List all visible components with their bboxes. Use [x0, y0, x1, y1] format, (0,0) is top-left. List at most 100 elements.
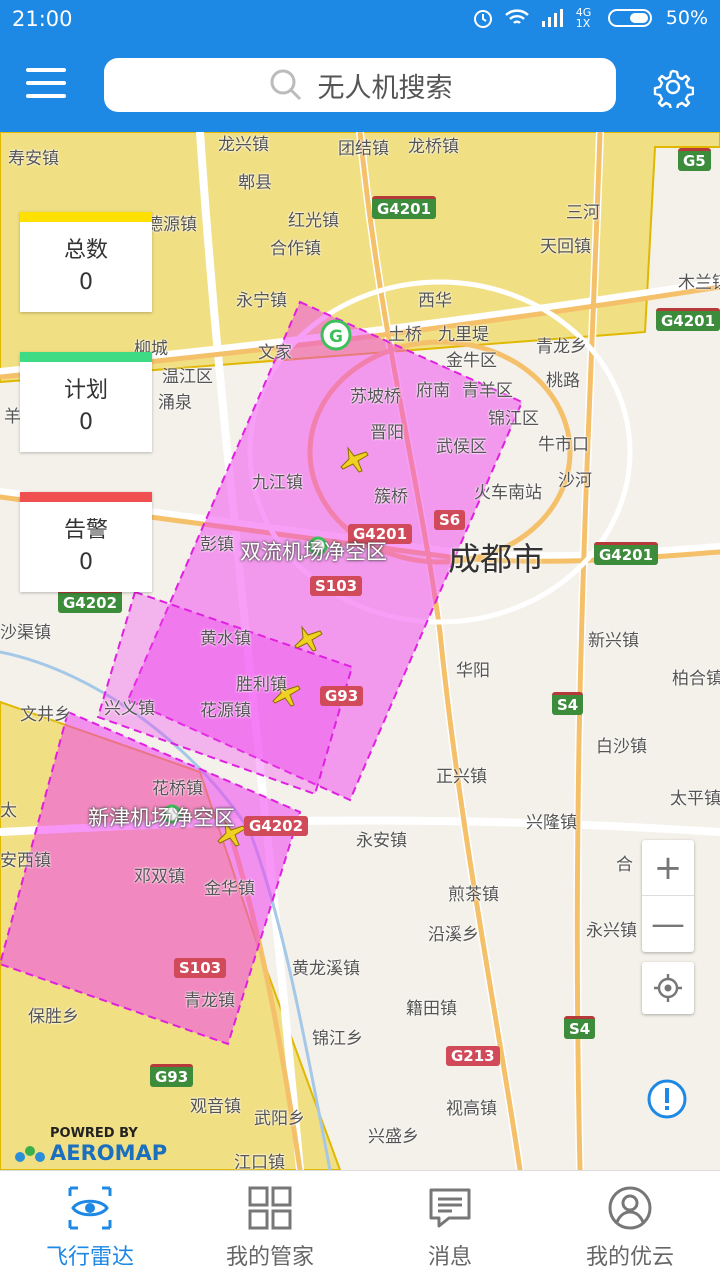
map-place: 涌泉: [158, 393, 192, 413]
map-place: 桃路: [546, 371, 580, 391]
stat-value: 0: [79, 550, 93, 575]
map-place: 青龙乡: [536, 337, 587, 357]
road-sign: G4201: [656, 308, 720, 331]
battery-icon: [607, 9, 652, 27]
map-place: 永安镇: [356, 831, 407, 851]
no-fly-zone-label[interactable]: 新津机场净空区: [88, 802, 235, 832]
map-place: 胜利镇: [236, 675, 287, 695]
stat-card-total[interactable]: 总数 0: [20, 212, 152, 312]
map-place: 三河: [566, 203, 600, 223]
tab-label: 消息: [427, 1245, 472, 1270]
attribution-top: POWRED BY: [50, 1126, 138, 1141]
map-place: 太平镇: [670, 789, 720, 809]
zoom-out-button[interactable]: —: [642, 896, 694, 952]
map-place: 沙河: [558, 471, 592, 491]
stat-color-bar: [20, 212, 152, 222]
road-sign: G213: [446, 1046, 500, 1066]
tab-my-profile[interactable]: 我的优云: [540, 1171, 720, 1280]
map-place: 白沙镇: [596, 737, 647, 757]
zoom-control: + —: [642, 840, 694, 952]
search-placeholder: 无人机搜索: [317, 72, 453, 104]
search-bar[interactable]: 无人机搜索: [104, 58, 616, 112]
map-place: 温江区: [162, 367, 213, 387]
map-place: 青龙镇: [184, 991, 235, 1011]
map-place: 府南: [416, 381, 450, 401]
road-sign: G4202: [58, 590, 123, 613]
map-place: 柏合镇: [672, 669, 720, 689]
map-attribution: POWRED BY AEROMAP: [14, 1126, 167, 1165]
stat-card-plan[interactable]: 计划 0: [20, 352, 152, 452]
map-place: 合作镇: [270, 239, 321, 259]
stat-label: 计划: [63, 378, 108, 403]
map-place: 西华: [418, 291, 452, 311]
stat-value: 0: [79, 270, 93, 295]
stat-card-alert[interactable]: 告警 0: [20, 492, 152, 592]
status-bar: 21:00 4G 1X 50%: [0, 0, 720, 40]
map-place: 九里堤: [438, 325, 489, 345]
map-place: 永兴镇: [586, 921, 637, 941]
map-place: 锦江乡: [312, 1029, 363, 1049]
zoom-in-button[interactable]: +: [642, 840, 694, 896]
map-place: 邓双镇: [134, 867, 185, 887]
alert-icon[interactable]: [646, 1078, 688, 1120]
map-place: 兴隆镇: [526, 813, 577, 833]
tab-messages[interactable]: 消息: [360, 1171, 540, 1280]
map-place: 保胜乡: [28, 1007, 79, 1027]
menu-button[interactable]: [26, 68, 66, 102]
map-place: 郫县: [238, 173, 272, 193]
status-time: 21:00: [12, 7, 73, 31]
road-sign: S6: [434, 510, 466, 530]
map-place: 簇桥: [374, 487, 408, 507]
city-label: 成都市: [448, 540, 545, 578]
map-place: 江口镇: [234, 1153, 285, 1170]
map-place: 兴义镇: [104, 699, 155, 719]
locate-button[interactable]: [642, 962, 694, 1014]
map-place: 武阳乡: [254, 1109, 305, 1129]
user-icon: [608, 1186, 652, 1230]
map-place: 木兰镇: [678, 273, 720, 293]
no-fly-zone-label[interactable]: 双流机场净空区: [240, 536, 387, 566]
map-place: 德源镇: [146, 215, 197, 235]
tab-label: 我的优云: [585, 1245, 674, 1270]
flight-radar-map[interactable]: G 寿安镇 龙兴镇 团结镇 龙桥镇 郫县 红光镇 德源镇 合作镇 三河 天回镇 …: [0, 132, 720, 1170]
svg-text:G: G: [329, 327, 343, 347]
aeromap-logo-icon: [15, 1146, 45, 1162]
road-sign: S103: [174, 958, 227, 978]
map-place: 青羊区: [462, 381, 513, 401]
road-sign: G5: [678, 148, 711, 171]
wifi-icon: [504, 9, 529, 24]
map-place: 花源镇: [200, 701, 251, 721]
stat-color-bar: [20, 492, 152, 502]
bottom-nav: 飞行雷达 我的管家 消息 我的优云: [0, 1170, 720, 1280]
gear-icon[interactable]: [652, 66, 694, 108]
map-place: 兴盛乡: [368, 1127, 419, 1147]
map-place: 龙兴镇: [218, 135, 269, 155]
crosshair-icon: [654, 974, 682, 1002]
map-place: 合: [616, 855, 633, 875]
map-place: 新兴镇: [588, 631, 639, 651]
tab-flight-radar[interactable]: 飞行雷达: [0, 1171, 180, 1280]
signal-icon: [541, 9, 563, 27]
top-app-bar: 无人机搜索: [0, 40, 720, 132]
road-sign: G93: [320, 686, 364, 706]
map-place: 黄水镇: [200, 629, 251, 649]
tab-my-manager[interactable]: 我的管家: [180, 1171, 360, 1280]
map-place: 视高镇: [446, 1099, 497, 1119]
map-place: 籍田镇: [406, 999, 457, 1019]
battery-percent: 50%: [665, 7, 708, 29]
eye-icon: [68, 1186, 112, 1230]
map-place: 文井乡: [20, 705, 71, 725]
map-place: 煎茶镇: [448, 885, 499, 905]
map-place: 彭镇: [200, 535, 234, 555]
attribution-brand: AEROMAP: [50, 1141, 168, 1165]
map-place: 文家: [258, 343, 292, 363]
map-place: 永宁镇: [236, 291, 287, 311]
map-place: 太: [0, 801, 17, 821]
map-place: 土桥: [388, 325, 422, 345]
map-place: 花桥镇: [152, 779, 203, 799]
map-place: 晋阳: [370, 423, 404, 443]
search-icon: [270, 69, 301, 101]
stat-label: 总数: [63, 238, 108, 263]
map-place: 团结镇: [338, 139, 389, 159]
map-place: 龙桥镇: [408, 137, 459, 157]
